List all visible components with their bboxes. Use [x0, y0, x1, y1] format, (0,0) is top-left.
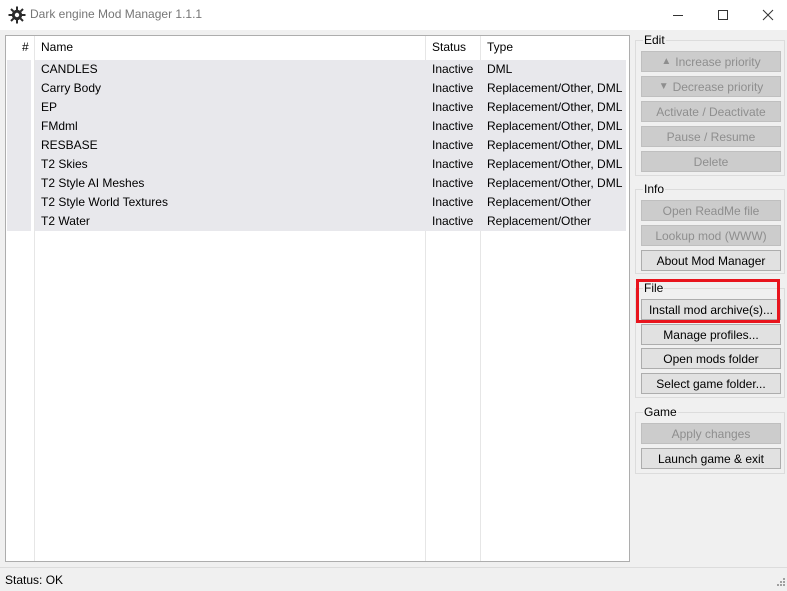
game-group-title: Game: [643, 405, 678, 419]
mod-status: Inactive: [432, 157, 474, 171]
mod-name: T2 Skies: [41, 157, 88, 171]
install-mod-archive-button[interactable]: Install mod archive(s)...: [641, 299, 781, 320]
edit-group-title: Edit: [643, 33, 666, 47]
mod-table[interactable]: # Name Status Type CANDLES Inactive DML …: [5, 35, 630, 562]
status-text: Status: OK: [5, 573, 64, 587]
mod-status: Inactive: [432, 100, 474, 114]
minimize-icon: [673, 15, 683, 16]
table-row[interactable]: T2 Style World Textures Inactive Replace…: [6, 193, 627, 212]
mod-type: Replacement/Other, DML: [487, 157, 623, 171]
mod-status: Inactive: [432, 214, 474, 228]
mod-status: Inactive: [432, 195, 474, 209]
mod-name: T2 Water: [41, 214, 90, 228]
maximize-button[interactable]: [700, 0, 746, 30]
mod-type: Replacement/Other, DML: [487, 119, 623, 133]
mod-type: Replacement/Other, DML: [487, 100, 623, 114]
apply-changes-button[interactable]: Apply changes: [641, 423, 781, 444]
table-row[interactable]: Carry Body Inactive Replacement/Other, D…: [6, 79, 627, 98]
table-row[interactable]: CANDLES Inactive DML: [6, 60, 627, 79]
mod-status: Inactive: [432, 62, 474, 76]
lookup-mod-button[interactable]: Lookup mod (WWW): [641, 225, 781, 246]
resize-grip-icon[interactable]: [775, 575, 785, 589]
column-header-type[interactable]: Type: [487, 40, 513, 54]
close-icon: [762, 9, 774, 21]
mod-status: Inactive: [432, 138, 474, 152]
mod-name: CANDLES: [41, 62, 98, 76]
table-row[interactable]: T2 Skies Inactive Replacement/Other, DML: [6, 155, 627, 174]
minimize-button[interactable]: [655, 0, 701, 30]
open-mods-folder-button[interactable]: Open mods folder: [641, 348, 781, 369]
up-triangle-icon: ▲: [661, 56, 672, 67]
table-row[interactable]: RESBASE Inactive Replacement/Other, DML: [6, 136, 627, 155]
maximize-icon: [718, 10, 728, 20]
mod-type: Replacement/Other, DML: [487, 81, 623, 95]
file-group-title: File: [643, 281, 665, 295]
column-header-status[interactable]: Status: [432, 40, 466, 54]
mod-name: FMdml: [41, 119, 78, 133]
mod-status: Inactive: [432, 176, 474, 190]
mod-status: Inactive: [432, 81, 474, 95]
title-bar: Dark engine Mod Manager 1.1.1: [0, 0, 787, 30]
manage-profiles-button[interactable]: Manage profiles...: [641, 324, 781, 345]
table-row[interactable]: EP Inactive Replacement/Other, DML: [6, 98, 627, 117]
table-row[interactable]: T2 Style AI Meshes Inactive Replacement/…: [6, 174, 627, 193]
table-row[interactable]: T2 Water Inactive Replacement/Other: [6, 212, 627, 231]
about-button[interactable]: About Mod Manager: [641, 250, 781, 271]
delete-button[interactable]: Delete: [641, 151, 781, 172]
mod-name: EP: [41, 100, 58, 114]
mod-status: Inactive: [432, 119, 474, 133]
mod-type: Replacement/Other: [487, 195, 592, 209]
mod-name: Carry Body: [41, 81, 102, 95]
status-bar: Status: OK: [0, 567, 787, 591]
table-row[interactable]: FMdml Inactive Replacement/Other, DML: [6, 117, 627, 136]
pause-resume-button[interactable]: Pause / Resume: [641, 126, 781, 147]
mod-type: Replacement/Other: [487, 214, 592, 228]
gear-icon: [8, 6, 26, 24]
decrease-priority-button[interactable]: ▼ Decrease priority: [641, 76, 781, 97]
open-readme-button[interactable]: Open ReadMe file: [641, 200, 781, 221]
column-header-name[interactable]: Name: [41, 40, 73, 54]
mod-type: Replacement/Other, DML: [487, 176, 623, 190]
column-header-number[interactable]: #: [22, 40, 29, 54]
mod-name: T2 Style AI Meshes: [41, 176, 145, 190]
down-triangle-icon: ▼: [658, 81, 669, 92]
mod-type: DML: [487, 62, 513, 76]
mod-type: Replacement/Other, DML: [487, 138, 623, 152]
info-group-title: Info: [643, 182, 666, 196]
mod-name: RESBASE: [41, 138, 98, 152]
activate-deactivate-button[interactable]: Activate / Deactivate: [641, 101, 781, 122]
window-title: Dark engine Mod Manager 1.1.1: [30, 7, 203, 21]
select-game-folder-button[interactable]: Select game folder...: [641, 373, 781, 394]
increase-priority-button[interactable]: ▲ Increase priority: [641, 51, 781, 72]
launch-game-button[interactable]: Launch game & exit: [641, 448, 781, 469]
mod-name: T2 Style World Textures: [41, 195, 168, 209]
close-button[interactable]: [745, 0, 787, 30]
